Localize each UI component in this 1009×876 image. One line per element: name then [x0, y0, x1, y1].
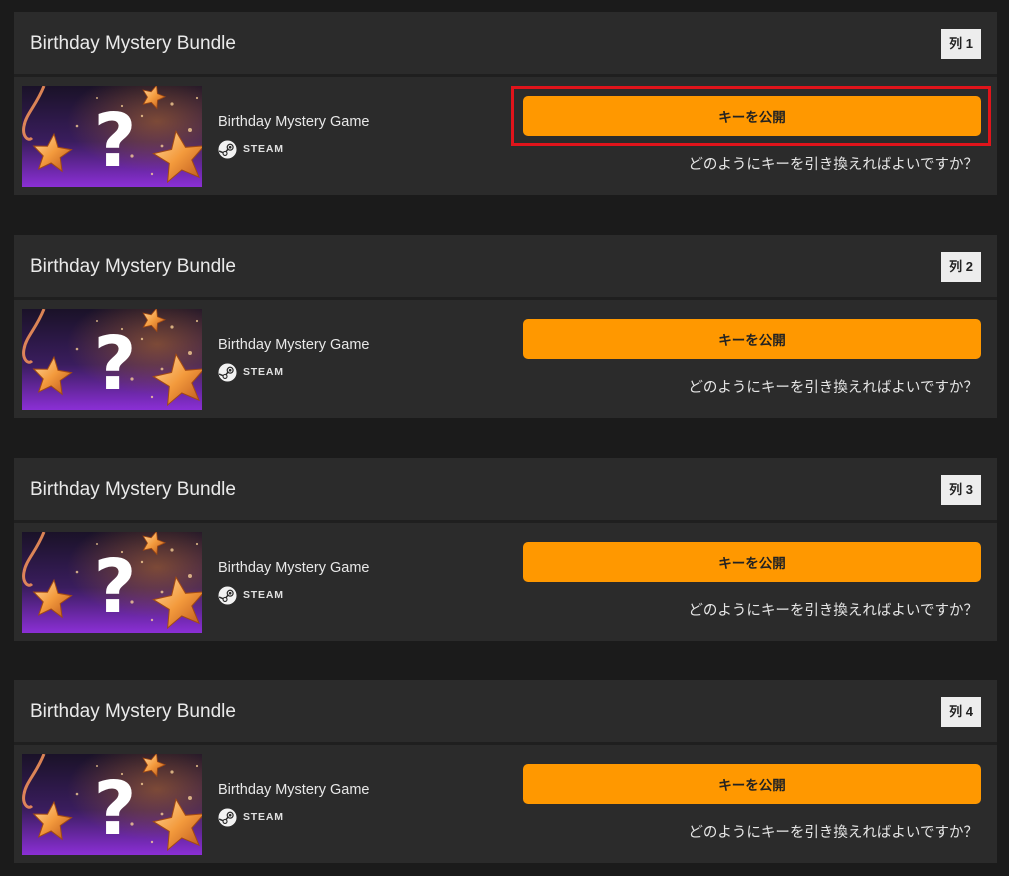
game-thumbnail: ? — [22, 309, 202, 410]
platform-info: STEAM — [218, 807, 284, 827]
game-row: ? Birthday Mystery Game STEAM キーを公開 どのよう… — [14, 523, 997, 641]
bundle-header: Birthday Mystery Bundle 列 3 — [14, 458, 997, 520]
redeem-help-link[interactable]: どのようにキーを引き換えればよいですか？ — [688, 376, 978, 397]
platform-info: STEAM — [218, 585, 284, 605]
reveal-key-button[interactable]: キーを公開 — [523, 764, 981, 804]
reveal-key-button[interactable]: キーを公開 — [523, 96, 981, 136]
platform-label: STEAM — [243, 143, 284, 155]
row-badge: 列 1 — [941, 29, 981, 59]
bundle-card-3: Birthday Mystery Bundle 列 3 ? Birthday M… — [14, 458, 997, 641]
bundle-header: Birthday Mystery Bundle 列 4 — [14, 680, 997, 742]
game-name: Birthday Mystery Game — [218, 114, 370, 130]
steam-icon — [218, 362, 237, 382]
question-mark-icon: ? — [22, 309, 202, 410]
bundle-card-2: Birthday Mystery Bundle 列 2 ? Birthday M… — [14, 235, 997, 418]
redeem-help-link[interactable]: どのようにキーを引き換えればよいですか？ — [688, 153, 978, 174]
bundle-header: Birthday Mystery Bundle 列 2 — [14, 235, 997, 297]
game-name: Birthday Mystery Game — [218, 782, 370, 798]
bundle-title: Birthday Mystery Bundle — [30, 256, 236, 277]
svg-text:?: ? — [94, 766, 137, 852]
question-mark-icon: ? — [22, 754, 202, 855]
question-mark-icon: ? — [22, 532, 202, 633]
bundle-title: Birthday Mystery Bundle — [30, 33, 236, 54]
redeem-help-link[interactable]: どのようにキーを引き換えればよいですか？ — [688, 821, 978, 842]
bundle-title: Birthday Mystery Bundle — [30, 701, 236, 722]
bundle-card-1: Birthday Mystery Bundle 列 1 ? Birthday M… — [14, 12, 997, 195]
platform-label: STEAM — [243, 811, 284, 823]
game-thumbnail: ? — [22, 532, 202, 633]
row-badge: 列 3 — [941, 475, 981, 505]
redeem-help-link[interactable]: どのようにキーを引き換えればよいですか？ — [688, 599, 978, 620]
bundle-card-4: Birthday Mystery Bundle 列 4 ? Birthday M… — [14, 680, 997, 863]
question-mark-icon: ? — [22, 86, 202, 187]
steam-icon — [218, 585, 237, 605]
svg-text:?: ? — [94, 544, 137, 630]
reveal-key-button[interactable]: キーを公開 — [523, 542, 981, 582]
platform-label: STEAM — [243, 589, 284, 601]
row-badge: 列 2 — [941, 252, 981, 282]
game-row: ? Birthday Mystery Game STEAM キーを公開 どのよう… — [14, 77, 997, 195]
platform-label: STEAM — [243, 366, 284, 378]
steam-icon — [218, 139, 237, 159]
game-name: Birthday Mystery Game — [218, 560, 370, 576]
platform-info: STEAM — [218, 139, 284, 159]
game-thumbnail: ? — [22, 86, 202, 187]
bundle-title: Birthday Mystery Bundle — [30, 479, 236, 500]
row-badge: 列 4 — [941, 697, 981, 727]
game-row: ? Birthday Mystery Game STEAM キーを公開 どのよう… — [14, 745, 997, 863]
svg-text:?: ? — [94, 98, 137, 184]
bundle-header: Birthday Mystery Bundle 列 1 — [14, 12, 997, 74]
game-row: ? Birthday Mystery Game STEAM キーを公開 どのよう… — [14, 300, 997, 418]
steam-icon — [218, 807, 237, 827]
platform-info: STEAM — [218, 362, 284, 382]
reveal-key-button[interactable]: キーを公開 — [523, 319, 981, 359]
game-name: Birthday Mystery Game — [218, 337, 370, 353]
game-thumbnail: ? — [22, 754, 202, 855]
svg-text:?: ? — [94, 321, 137, 407]
